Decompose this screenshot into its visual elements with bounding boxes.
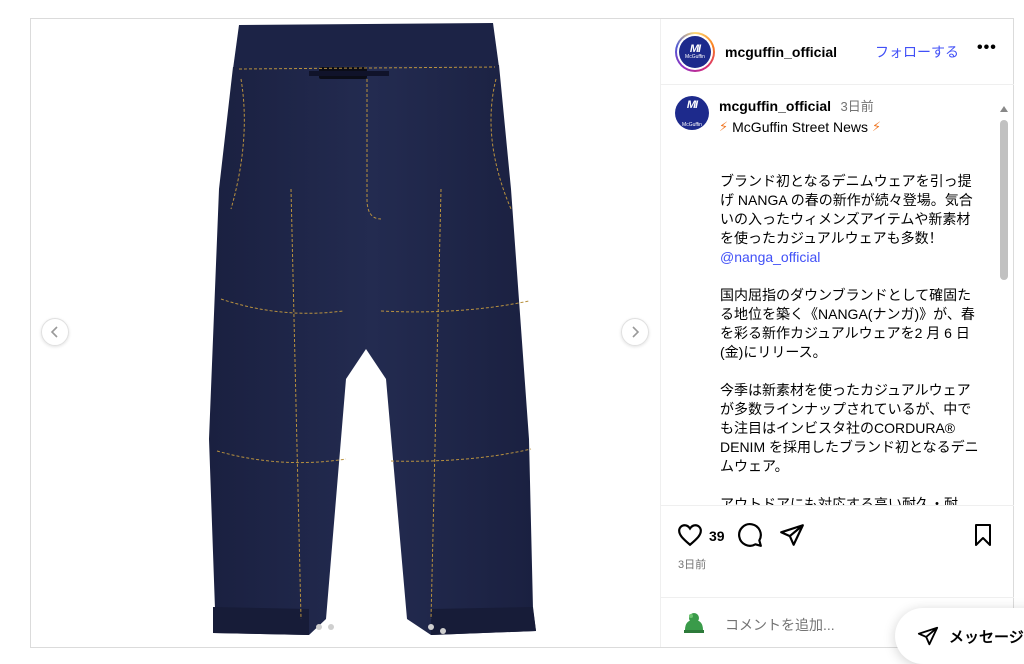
messages-label: メッセージ: [949, 628, 1024, 646]
send-icon: [917, 626, 939, 646]
lightning-icon: ⚡: [719, 119, 729, 134]
post-side-panel: MI McGuffin mcguffin_official フォローする •••…: [660, 19, 1014, 647]
caption-avatar[interactable]: MI McGuffin: [675, 96, 709, 130]
action-bar: 39: [661, 516, 1014, 556]
post-header: MI McGuffin mcguffin_official フォローする •••: [661, 19, 1014, 85]
more-options-button[interactable]: •••: [977, 39, 997, 57]
lightning-icon: ⚡: [872, 119, 882, 134]
denim-pants-image: [209, 23, 536, 635]
post-dialog: MI McGuffin mcguffin_official フォローする •••…: [30, 18, 1014, 648]
like-count[interactable]: 39: [709, 528, 725, 544]
share-icon[interactable]: [779, 522, 805, 548]
caption-paragraph-4: アウトドアにも対応する高い耐久・耐: [720, 496, 958, 506]
heart-icon[interactable]: [677, 522, 703, 548]
caption-username[interactable]: mcguffin_official: [719, 98, 831, 114]
chevron-right-icon: [632, 326, 640, 338]
bookmark-icon[interactable]: [971, 522, 995, 548]
comment-icon[interactable]: [737, 522, 763, 548]
caption-paragraph-3: 今季は新素材を使ったカジュアルウェアが多数ラインナップされているが、中でも注目は…: [720, 382, 979, 474]
caption-scrollbar[interactable]: [999, 106, 1009, 505]
caption-area: MI McGuffin mcguffin_official 3日前 ⚡ McGu…: [661, 86, 1014, 506]
author-avatar[interactable]: MI McGuffin: [675, 31, 715, 72]
page: MI McGuffin mcguffin_official フォローする •••…: [0, 0, 1024, 664]
scroll-thumb[interactable]: [1000, 120, 1008, 280]
brand-logo-text: McGuffin: [685, 53, 705, 60]
follow-button[interactable]: フォローする: [875, 42, 959, 62]
caption-time: 3日前: [840, 99, 874, 114]
brand-logo-mark: MI: [686, 99, 698, 111]
post-date[interactable]: 3日前: [678, 556, 706, 572]
carousel-prev-button[interactable]: [41, 318, 69, 346]
mention-link[interactable]: @nanga_official: [720, 249, 820, 265]
author-username[interactable]: mcguffin_official: [725, 44, 837, 60]
carousel-next-button[interactable]: [621, 318, 649, 346]
messages-button[interactable]: メッセージ: [895, 608, 1024, 664]
caption-subtitle: McGuffin Street News: [732, 119, 869, 135]
caption-paragraph-1: ブランド初となるデニムウェアを引っ提げ NANGA の春の新作が続々登場。気合い…: [720, 173, 973, 246]
chevron-left-icon: [50, 326, 58, 338]
comment-input[interactable]: コメントを追加...: [725, 615, 835, 635]
brand-logo-text: McGuffin: [682, 122, 702, 128]
caption-text: ブランド初となるデニムウェアを引っ提げ NANGA の春の新作が続々登場。気合い…: [720, 172, 980, 506]
scroll-up-icon[interactable]: [1000, 106, 1008, 112]
brand-logo-mark: MI: [689, 42, 701, 55]
post-media: [31, 19, 660, 647]
user-avatar-icon: [680, 609, 708, 637]
caption-paragraph-2: 国内屈指のダウンブランドとして確固たる地位を築く《NANGA(ナンガ)》が、春を…: [720, 287, 975, 360]
